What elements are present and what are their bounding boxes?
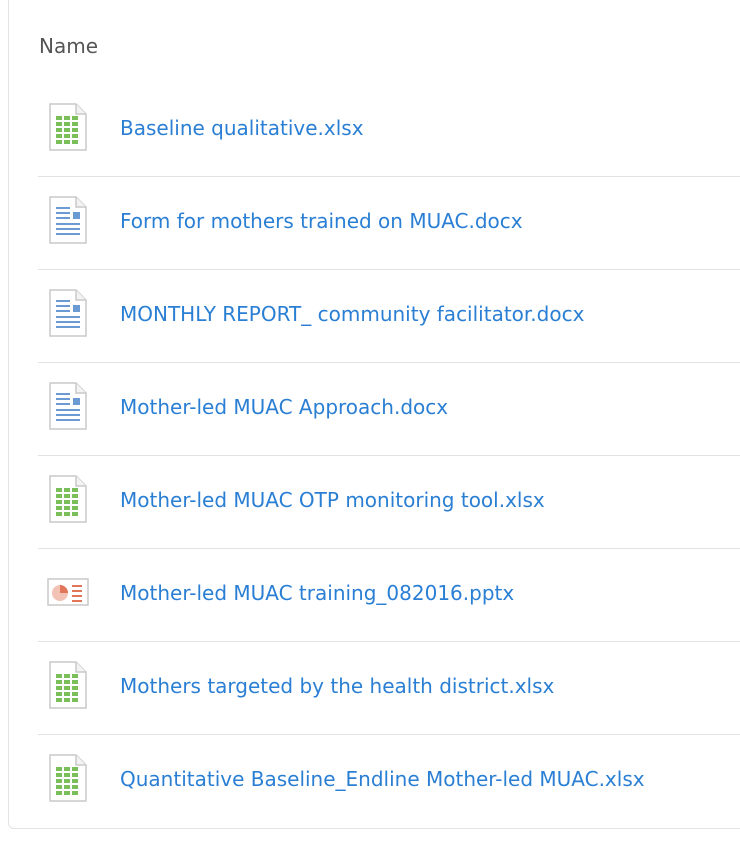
pptx-file-icon [47, 578, 89, 606]
file-list: Baseline qualitative.xlsx Form for mothe… [38, 84, 740, 828]
xlsx-file-icon [49, 103, 87, 151]
file-link[interactable]: Quantitative Baseline_Endline Mother-led… [120, 766, 645, 792]
file-row[interactable]: Mother-led MUAC OTP monitoring tool.xlsx [38, 456, 740, 549]
file-row[interactable]: Quantitative Baseline_Endline Mother-led… [38, 735, 740, 828]
file-row[interactable]: Mother-led MUAC training_082016.pptx [38, 549, 740, 642]
file-link[interactable]: Mothers targeted by the health district.… [120, 673, 554, 699]
file-row[interactable]: MONTHLY REPORT_ community facilitator.do… [38, 270, 740, 363]
file-link[interactable]: MONTHLY REPORT_ community facilitator.do… [120, 301, 584, 327]
xlsx-file-icon [49, 661, 87, 709]
docx-file-icon [49, 382, 87, 430]
file-link[interactable]: Mother-led MUAC training_082016.pptx [120, 580, 514, 606]
file-link[interactable]: Mother-led MUAC Approach.docx [120, 394, 448, 420]
docx-file-icon [49, 196, 87, 244]
file-link[interactable]: Baseline qualitative.xlsx [120, 115, 364, 141]
xlsx-file-icon [49, 475, 87, 523]
xlsx-file-icon [49, 754, 87, 802]
docx-file-icon [49, 289, 87, 337]
file-link[interactable]: Mother-led MUAC OTP monitoring tool.xlsx [120, 487, 545, 513]
file-row[interactable]: Mother-led MUAC Approach.docx [38, 363, 740, 456]
file-row[interactable]: Form for mothers trained on MUAC.docx [38, 177, 740, 270]
column-header-name[interactable]: Name [39, 33, 98, 59]
file-row[interactable]: Baseline qualitative.xlsx [38, 84, 740, 177]
file-row[interactable]: Mothers targeted by the health district.… [38, 642, 740, 735]
file-link[interactable]: Form for mothers trained on MUAC.docx [120, 208, 523, 234]
